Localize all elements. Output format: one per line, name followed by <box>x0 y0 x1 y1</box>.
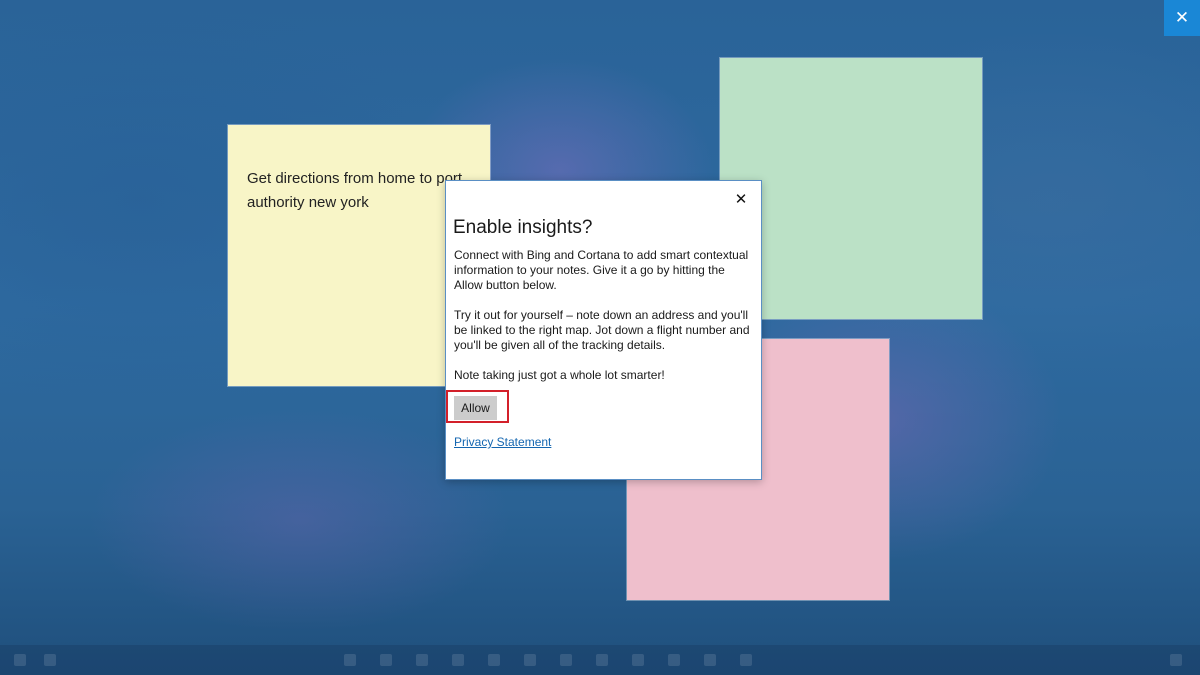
start-icon[interactable] <box>14 654 26 666</box>
desktop-background: ✕ Get directions from home to port autho… <box>0 0 1200 675</box>
dialog-paragraph: Note taking just got a whole lot smarter… <box>454 368 665 382</box>
taskbar-app-icon[interactable] <box>704 654 716 666</box>
note-text[interactable]: Get directions from home to port authori… <box>247 167 473 215</box>
privacy-statement-link[interactable]: Privacy Statement <box>454 435 551 449</box>
dialog-close-button[interactable]: ✕ <box>731 189 751 209</box>
dialog-paragraph: Connect with Bing and Cortana to add sma… <box>454 248 749 292</box>
taskbar-app-icon[interactable] <box>344 654 356 666</box>
notification-icon[interactable] <box>1170 654 1182 666</box>
dialog-body: Connect with Bing and Cortana to add sma… <box>454 248 754 398</box>
enable-insights-dialog: ✕ Enable insights? Connect with Bing and… <box>445 180 762 480</box>
taskbar-app-icon[interactable] <box>524 654 536 666</box>
allow-button[interactable]: Allow <box>454 396 497 420</box>
taskbar-app-icon[interactable] <box>560 654 572 666</box>
taskbar-app-icon[interactable] <box>632 654 644 666</box>
taskbar-app-icon[interactable] <box>596 654 608 666</box>
search-icon[interactable] <box>44 654 56 666</box>
dialog-paragraph: Try it out for yourself – note down an a… <box>454 308 750 352</box>
taskbar-app-icon[interactable] <box>380 654 392 666</box>
dialog-title: Enable insights? <box>453 217 593 238</box>
taskbar-app-icon[interactable] <box>740 654 752 666</box>
close-icon: ✕ <box>734 191 748 208</box>
taskbar-app-icon[interactable] <box>488 654 500 666</box>
taskbar-app-icon[interactable] <box>668 654 680 666</box>
taskbar-app-icon[interactable] <box>452 654 464 666</box>
taskbar <box>0 645 1200 675</box>
app-close-button[interactable]: ✕ <box>1164 0 1200 36</box>
taskbar-app-icon[interactable] <box>416 654 428 666</box>
close-icon: ✕ <box>1174 8 1190 27</box>
